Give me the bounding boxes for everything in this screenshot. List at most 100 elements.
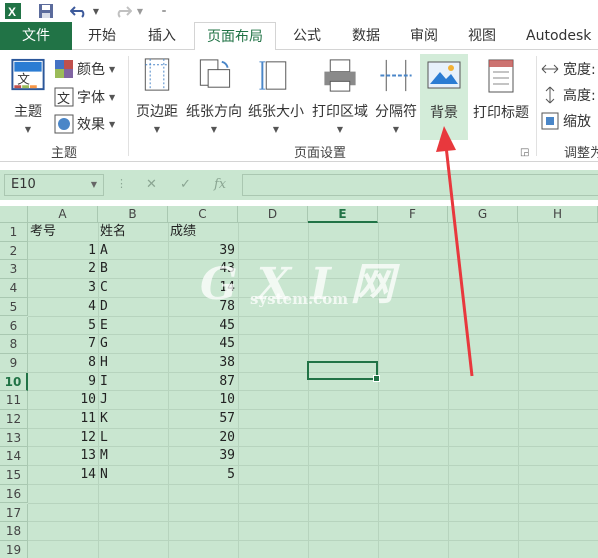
row-header[interactable]: 18	[0, 522, 28, 541]
column-header-b[interactable]: B	[98, 206, 168, 223]
cell-exam-number[interactable]: 13	[28, 447, 96, 465]
active-cell-e10[interactable]	[307, 361, 380, 382]
row-header[interactable]: 3	[0, 260, 28, 280]
tab-insert[interactable]: 插入	[136, 22, 188, 50]
cell-student-name[interactable]: C	[100, 279, 108, 297]
customize-qat-icon[interactable]: ₌	[158, 1, 170, 21]
row-header[interactable]: 8	[0, 335, 28, 354]
row-header[interactable]: 10	[0, 372, 28, 392]
cell-student-name[interactable]: A	[100, 242, 108, 260]
name-box[interactable]: E10 ▼	[4, 174, 104, 196]
cell-student-name[interactable]: K	[100, 410, 108, 428]
cell-score[interactable]: 20	[168, 429, 235, 447]
cell-student-name[interactable]: J	[100, 391, 108, 409]
row-header[interactable]: 9	[0, 353, 28, 373]
redo-dropdown-icon[interactable]: ▼	[135, 1, 145, 21]
select-all-corner[interactable]	[0, 206, 28, 223]
cell-exam-number[interactable]: 3	[28, 279, 96, 297]
name-box-dropdown-icon[interactable]: ▼	[91, 175, 97, 195]
save-icon[interactable]	[36, 1, 56, 21]
header-score[interactable]: 成绩	[170, 223, 196, 241]
size-button[interactable]: 纸张大小 ▼	[246, 54, 306, 134]
page-setup-dialog-launcher-icon[interactable]: ◲	[520, 147, 529, 158]
themes-button[interactable]: 文 主题 ▼	[4, 54, 52, 134]
row-header[interactable]: 2	[0, 241, 28, 261]
fonts-button[interactable]: 文 字体 ▼	[54, 86, 115, 108]
enter-icon[interactable]: ✓	[180, 177, 191, 192]
cell-score[interactable]: 87	[168, 373, 235, 391]
cell-score[interactable]: 39	[168, 447, 235, 465]
undo-icon[interactable]	[68, 1, 90, 21]
tab-page-layout[interactable]: 页面布局	[194, 22, 276, 51]
orientation-button[interactable]: 纸张方向 ▼	[184, 54, 244, 134]
worksheet-grid[interactable]: A B C D E F G H 1 2 3 4 5 6 8 9 10 11 12 13 14 15 16 17…	[0, 206, 598, 558]
cell-student-name[interactable]: N	[100, 466, 108, 484]
tab-formulas[interactable]: 公式	[283, 22, 331, 50]
row-header[interactable]: 13	[0, 428, 28, 448]
header-name[interactable]: 姓名	[100, 223, 126, 241]
cell-exam-number[interactable]: 1	[28, 242, 96, 260]
cell-student-name[interactable]: I	[100, 373, 108, 391]
cell-exam-number[interactable]: 5	[28, 317, 96, 335]
column-header-c[interactable]: C	[168, 206, 238, 223]
background-button[interactable]: 背景	[420, 54, 468, 140]
margins-button[interactable]: 页边距 ▼	[132, 54, 182, 134]
cell-exam-number[interactable]: 7	[28, 335, 96, 353]
tab-file[interactable]: 文件	[0, 22, 72, 50]
row-header[interactable]: 4	[0, 279, 28, 298]
height-control[interactable]: 高度:	[540, 84, 596, 106]
tab-autodesk[interactable]: Autodesk	[520, 22, 598, 50]
cell-score[interactable]: 5	[168, 466, 235, 484]
row-header[interactable]: 19	[0, 540, 28, 558]
formula-input[interactable]	[242, 174, 598, 196]
column-header-e[interactable]: E	[308, 206, 378, 223]
insert-function-icon[interactable]: fx	[214, 177, 226, 192]
cell-student-name[interactable]: G	[100, 335, 108, 353]
cell-exam-number[interactable]: 14	[28, 466, 96, 484]
print-area-button[interactable]: 打印区域 ▼	[308, 54, 372, 134]
header-kaohao[interactable]: 考号	[30, 223, 56, 241]
width-control[interactable]: 宽度:	[540, 58, 596, 80]
cell-student-name[interactable]: D	[100, 298, 108, 316]
cell-score[interactable]: 57	[168, 410, 235, 428]
cancel-icon[interactable]: ✕	[146, 177, 157, 192]
effects-button[interactable]: 效果 ▼	[54, 113, 115, 135]
row-header[interactable]: 15	[0, 466, 28, 485]
cell-exam-number[interactable]: 4	[28, 298, 96, 316]
row-header[interactable]: 12	[0, 410, 28, 429]
row-header[interactable]: 1	[0, 223, 28, 242]
cell-score[interactable]: 45	[168, 335, 235, 353]
row-header[interactable]: 16	[0, 484, 28, 504]
cell-exam-number[interactable]: 12	[28, 429, 96, 447]
tab-data[interactable]: 数据	[340, 22, 392, 50]
column-header-g[interactable]: G	[448, 206, 518, 223]
cell-score[interactable]: 10	[168, 391, 235, 409]
tab-review[interactable]: 审阅	[400, 22, 448, 50]
row-header[interactable]: 17	[0, 503, 28, 523]
colors-button[interactable]: 颜色 ▼	[54, 58, 115, 80]
row-header[interactable]: 5	[0, 297, 28, 317]
column-header-a[interactable]: A	[28, 206, 98, 223]
scale-control[interactable]: 缩放	[540, 110, 591, 132]
cell-exam-number[interactable]: 9	[28, 373, 96, 391]
cell-exam-number[interactable]: 11	[28, 410, 96, 428]
undo-dropdown-icon[interactable]: ▼	[91, 1, 101, 21]
cell-student-name[interactable]: H	[100, 354, 108, 372]
row-header[interactable]: 6	[0, 316, 28, 336]
row-header[interactable]: 14	[0, 447, 28, 467]
cell-exam-number[interactable]: 8	[28, 354, 96, 372]
cell-student-name[interactable]: L	[100, 429, 108, 447]
column-header-d[interactable]: D	[238, 206, 308, 223]
column-header-f[interactable]: F	[378, 206, 448, 223]
tab-view[interactable]: 视图	[458, 22, 506, 50]
cell-student-name[interactable]: B	[100, 260, 108, 278]
cell-score[interactable]: 38	[168, 354, 235, 372]
cell-exam-number[interactable]: 10	[28, 391, 96, 409]
cell-score[interactable]: 45	[168, 317, 235, 335]
row-header[interactable]: 11	[0, 391, 28, 410]
breaks-button[interactable]: 分隔符 ▼	[372, 54, 420, 134]
cell-student-name[interactable]: M	[100, 447, 108, 465]
cell-student-name[interactable]: E	[100, 317, 108, 335]
column-header-h[interactable]: H	[518, 206, 598, 223]
tab-home[interactable]: 开始	[76, 22, 128, 50]
